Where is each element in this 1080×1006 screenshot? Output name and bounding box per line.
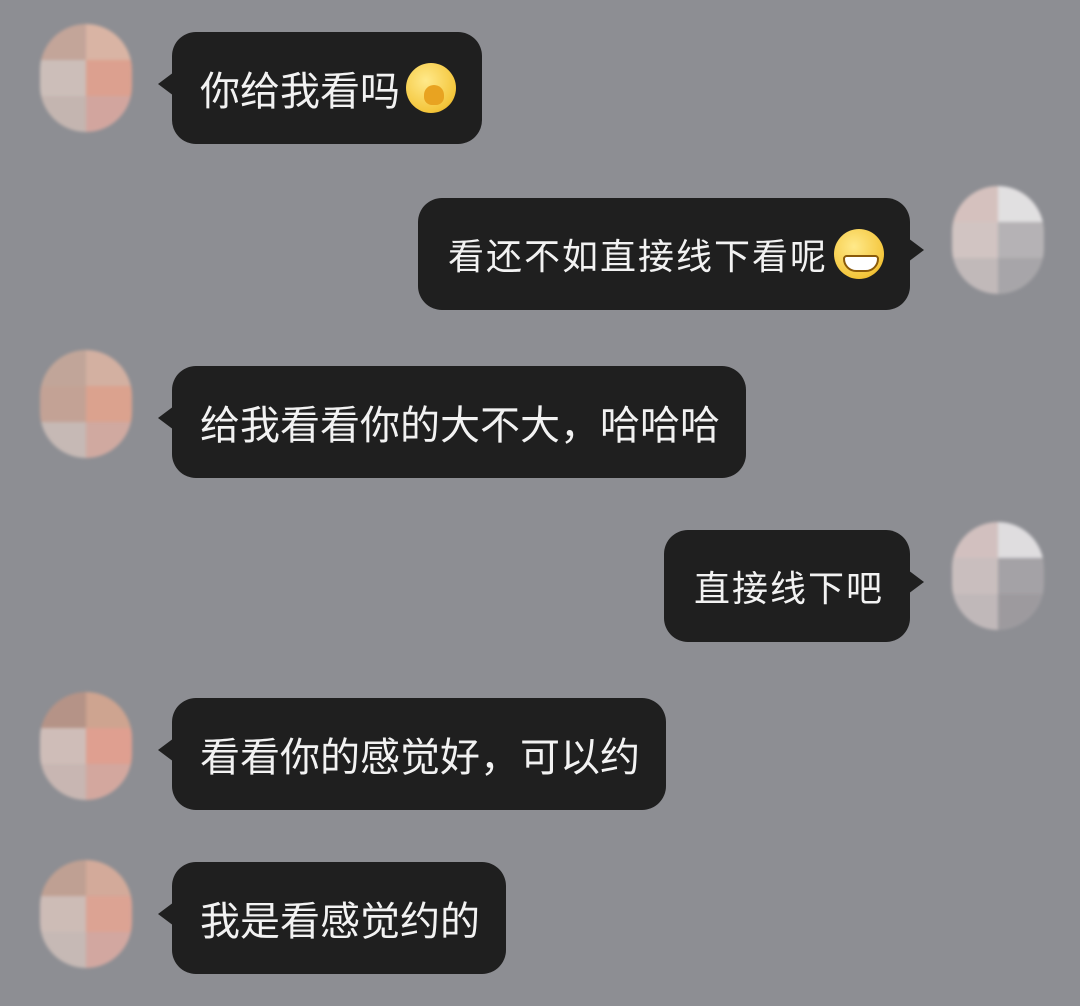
bubble-tail	[908, 570, 924, 594]
bubble-tail	[158, 738, 174, 762]
self-avatar[interactable]	[952, 186, 1044, 294]
message-bubble[interactable]: 直接线下吧	[663, 530, 924, 642]
bubble-tail	[908, 238, 924, 262]
contact-avatar[interactable]	[40, 692, 132, 800]
message-bubble[interactable]: 给我看看你的大不大，哈哈哈	[158, 366, 746, 478]
message-bubble[interactable]: 看看你的感觉好，可以约	[158, 698, 666, 810]
message-text: 给我看看你的大不大，哈哈哈	[200, 403, 720, 449]
message-text: 看看你的感觉好，可以约	[200, 735, 640, 781]
self-avatar[interactable]	[952, 522, 1044, 630]
message-text: 你给我看吗	[200, 69, 400, 115]
bubble-tail	[158, 72, 174, 96]
contact-avatar[interactable]	[40, 350, 132, 458]
message-text: 直接线下吧	[693, 569, 884, 610]
message-text: 我是看感觉约的	[200, 899, 480, 945]
grinning-face-emoji-icon	[834, 229, 884, 279]
bubble-tail	[158, 902, 174, 926]
contact-avatar[interactable]	[40, 860, 132, 968]
message-text: 看还不如直接线下看呢	[447, 237, 828, 278]
message-bubble[interactable]: 看还不如直接线下看呢	[417, 198, 924, 310]
contact-avatar[interactable]	[40, 24, 132, 132]
message-bubble[interactable]: 你给我看吗	[158, 32, 482, 144]
bubble-tail	[158, 406, 174, 430]
message-bubble[interactable]: 我是看感觉约的	[158, 862, 506, 974]
shy-face-emoji-icon	[406, 63, 456, 113]
